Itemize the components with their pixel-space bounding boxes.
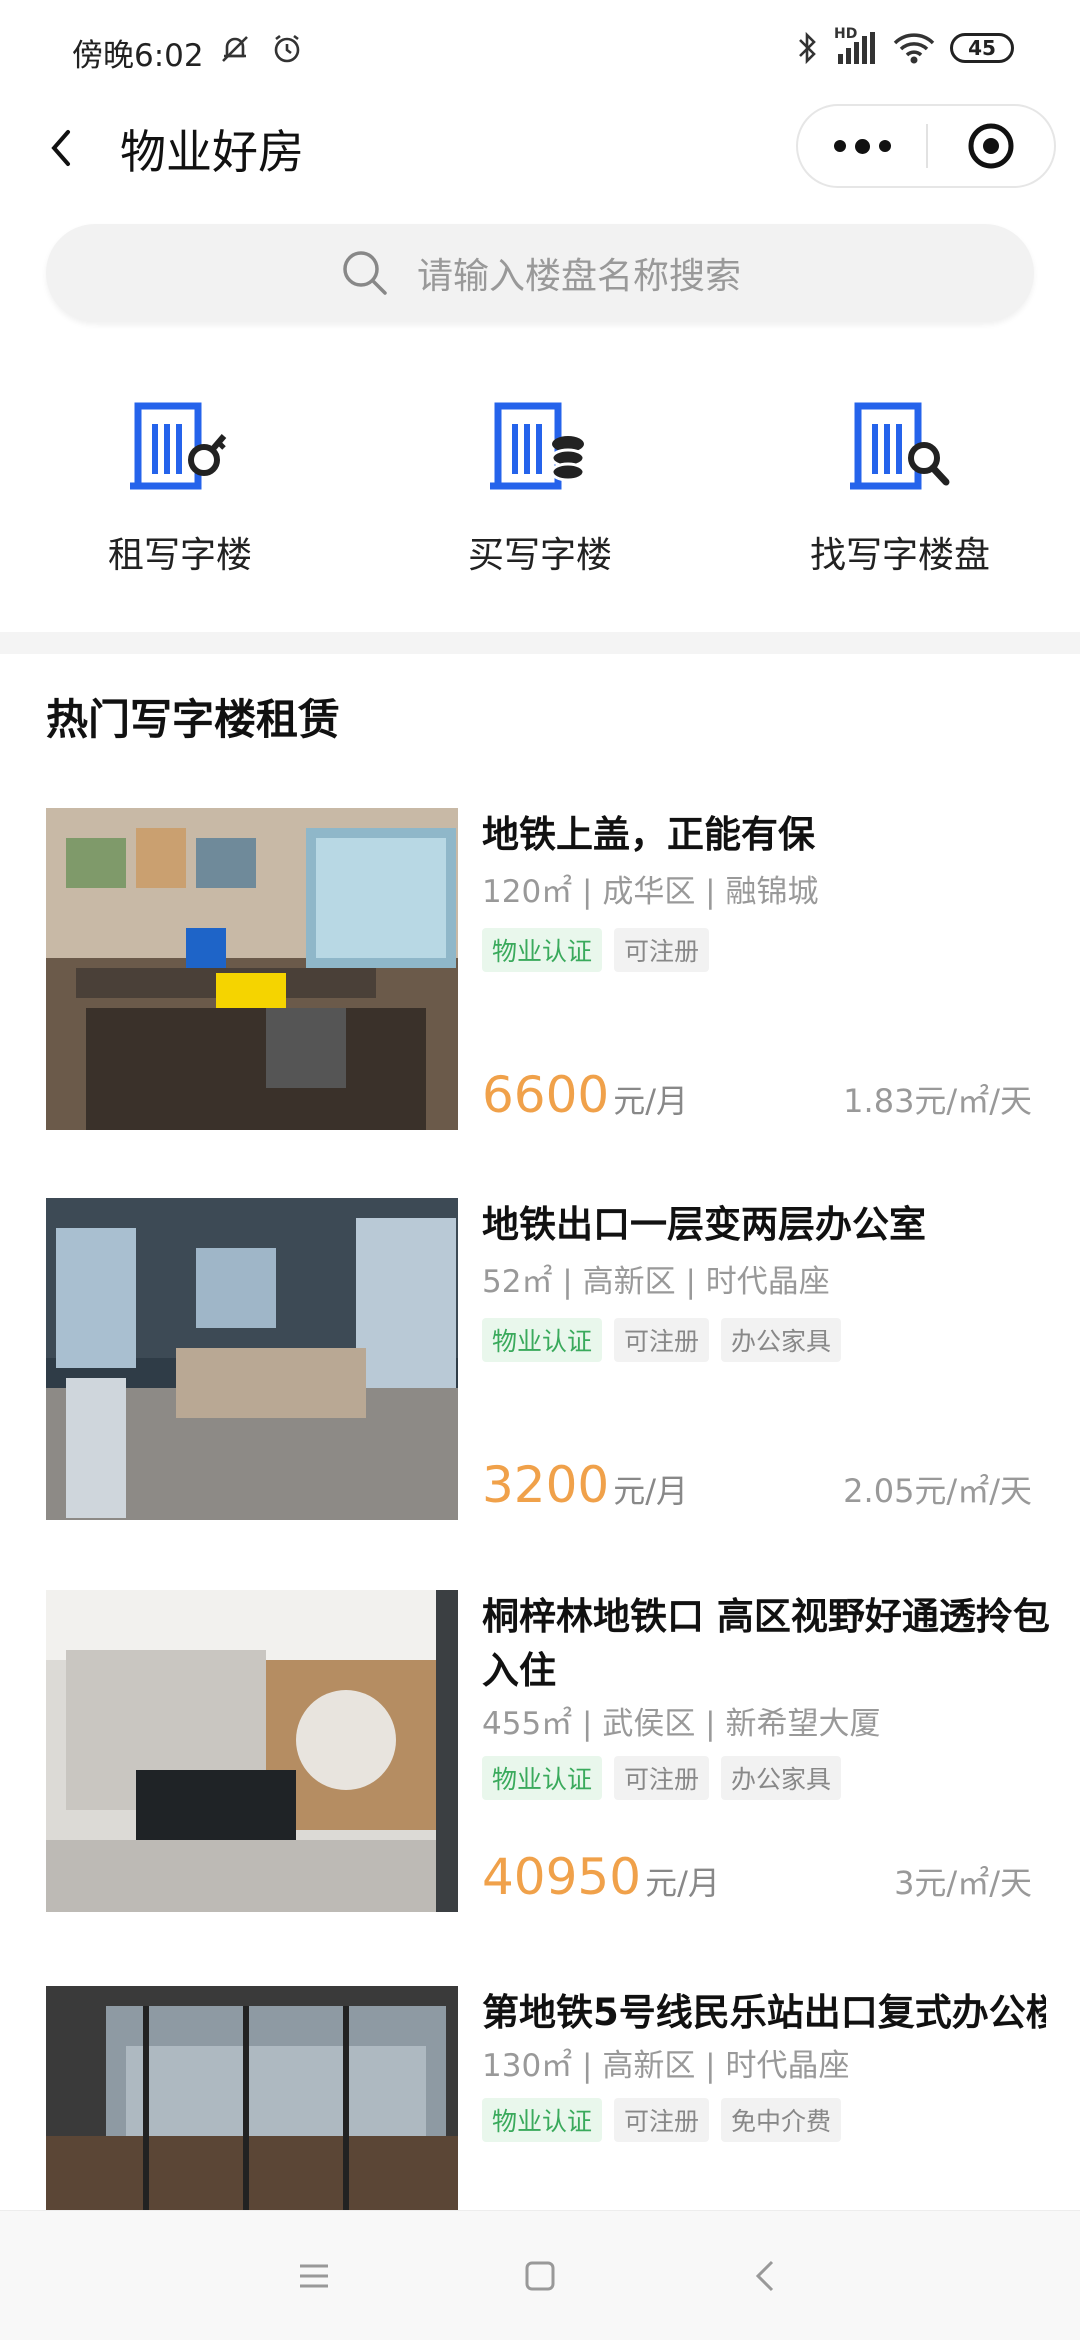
signal-group: HD (834, 26, 878, 66)
listing-tags: 物业认证 可注册 办公家具 (482, 1318, 1080, 1362)
mute-bell-icon (222, 36, 248, 62)
price-value: 3200 (482, 1456, 610, 1514)
listing-meta: 455㎡ | 武侯区 | 新希望大厦 (482, 1706, 881, 1742)
listing-tags: 物业认证 可注册 (482, 928, 1080, 972)
battery-level: 45 (968, 36, 996, 60)
search-placeholder: 请输入楼盘名称搜索 (416, 256, 741, 297)
listing-title: 桐梓林地铁口 高区视野好通透拎包入住 (482, 1595, 1050, 1692)
tag-furniture: 办公家具 (721, 1318, 842, 1362)
listing-tags: 物业认证 可注册 免中介费 (482, 2098, 1046, 2142)
target-circle-icon (968, 123, 1014, 169)
monthly-price: 6600 元/月 (482, 1066, 688, 1124)
tag-registrable: 可注册 (614, 2098, 710, 2142)
monthly-price: 3200 元/月 (482, 1456, 688, 1514)
listing-card[interactable]: 第地铁5号线民乐站出口复式办公楼 130㎡ | 高新区 | 时代晶座 物业认证 … (46, 1986, 1046, 2210)
wifi-icon (893, 33, 935, 64)
status-bar: 傍晚6:02 HD 45 (0, 0, 1080, 100)
listing-info: 桐梓林地铁口 高区视野好通透拎包入住 455㎡ | 武侯区 | 新希望大厦 物业… (482, 1590, 1080, 1912)
battery-indicator: 45 (950, 33, 1014, 63)
listing-info: 地铁上盖，正能有保 120㎡ | 成华区 | 融锦城 物业认证 可注册 6600… (482, 808, 1080, 1130)
price-row: 40950 元/月 3元/㎡/天 (482, 1848, 1032, 1906)
listing-photo (46, 1590, 458, 1912)
listing-card[interactable]: 地铁上盖，正能有保 120㎡ | 成华区 | 融锦城 物业认证 可注册 6600… (46, 808, 1046, 1130)
unit-price: 3元/㎡/天 (894, 1864, 1032, 1902)
back-nav-icon[interactable] (746, 2256, 786, 2296)
building-key-icon (130, 402, 227, 490)
listing-info: 地铁出口一层变两层办公室 52㎡ | 高新区 | 时代晶座 物业认证 可注册 办… (482, 1198, 1080, 1520)
listing-tags: 物业认证 可注册 办公家具 (482, 1756, 1080, 1800)
section-title: 热门写字楼租赁 (46, 695, 341, 744)
mini-program-capsule (796, 104, 1056, 188)
price-value: 40950 (482, 1848, 642, 1906)
price-row: 6600 元/月 1.83元/㎡/天 (482, 1066, 1032, 1124)
chevron-left-icon (51, 130, 70, 166)
listing-meta: 120㎡ | 成华区 | 融锦城 (482, 874, 819, 910)
signal-icon (838, 32, 875, 64)
listing-photo (46, 1198, 458, 1520)
category-label: 买写字楼 (467, 535, 612, 576)
status-icons-right: HD 45 (796, 26, 1014, 66)
back-button[interactable] (38, 120, 94, 176)
tag-verified: 物业认证 (482, 928, 603, 972)
unit-price: 1.83元/㎡/天 (843, 1082, 1032, 1120)
tag-furniture: 办公家具 (721, 1756, 842, 1800)
price-row: 3200 元/月 2.05元/㎡/天 (482, 1456, 1032, 1514)
home-icon[interactable] (520, 2256, 560, 2296)
listing-photo (46, 808, 458, 1130)
category-buy-office[interactable]: 买写字楼 (360, 398, 720, 598)
price-unit: 元/月 (613, 1082, 689, 1120)
alarm-icon (274, 34, 300, 63)
more-dot-icon (854, 138, 870, 154)
building-search-icon (850, 402, 950, 490)
listing-info: 第地铁5号线民乐站出口复式办公楼 130㎡ | 高新区 | 时代晶座 物业认证 … (482, 1986, 1046, 2210)
page-title: 物业好房 (120, 125, 304, 179)
monthly-price: 40950 元/月 (482, 1848, 720, 1906)
listing-photo (46, 1986, 458, 2210)
listing-title: 地铁上盖，正能有保 (482, 813, 815, 856)
building-coins-icon (490, 402, 586, 490)
nav-bar: 物业好房 (0, 100, 1080, 200)
menu-icon[interactable] (294, 2256, 334, 2296)
category-label: 找写字楼盘 (809, 535, 990, 576)
tag-registrable: 可注册 (614, 928, 710, 972)
status-time: 傍晚6:02 (72, 38, 204, 74)
listing-title: 第地铁5号线民乐站出口复式办公楼 (482, 1991, 1046, 2034)
unit-price: 2.05元/㎡/天 (843, 1472, 1032, 1510)
close-mini-program-button[interactable] (928, 104, 1054, 188)
bluetooth-icon (799, 31, 816, 65)
tag-registrable: 可注册 (614, 1318, 710, 1362)
tag-verified: 物业认证 (482, 1756, 603, 1800)
price-unit: 元/月 (645, 1864, 720, 1902)
search-input[interactable]: 请输入楼盘名称搜索 (46, 224, 1034, 322)
listing-meta: 130㎡ | 高新区 | 时代晶座 (482, 2048, 850, 2084)
tag-verified: 物业认证 (482, 2098, 603, 2142)
more-dot-icon (833, 140, 846, 152)
tag-verified: 物业认证 (482, 1318, 603, 1362)
listing-card[interactable]: 桐梓林地铁口 高区视野好通透拎包入住 455㎡ | 武侯区 | 新希望大厦 物业… (46, 1590, 1050, 1912)
listing-card[interactable]: 地铁出口一层变两层办公室 52㎡ | 高新区 | 时代晶座 物业认证 可注册 办… (46, 1198, 1046, 1520)
category-label: 租写字楼 (107, 535, 252, 576)
tag-registrable: 可注册 (614, 1756, 710, 1800)
category-menu: 租写字楼 买写字楼 找写字楼盘 (0, 398, 1080, 598)
tag-no-agency-fee: 免中介费 (721, 2098, 842, 2142)
more-button[interactable] (798, 104, 926, 188)
category-find-office-building[interactable]: 找写字楼盘 (720, 398, 1080, 598)
search-icon (343, 251, 387, 295)
price-value: 6600 (482, 1066, 610, 1124)
system-navigation-bar (0, 2210, 1080, 2340)
price-unit: 元/月 (613, 1472, 689, 1510)
section-divider (0, 632, 1080, 654)
category-rent-office[interactable]: 租写字楼 (0, 398, 360, 598)
status-icons-left (218, 32, 304, 66)
listing-meta: 52㎡ | 高新区 | 时代晶座 (482, 1264, 830, 1300)
listing-title: 地铁出口一层变两层办公室 (482, 1203, 926, 1246)
more-dot-icon (878, 140, 891, 152)
